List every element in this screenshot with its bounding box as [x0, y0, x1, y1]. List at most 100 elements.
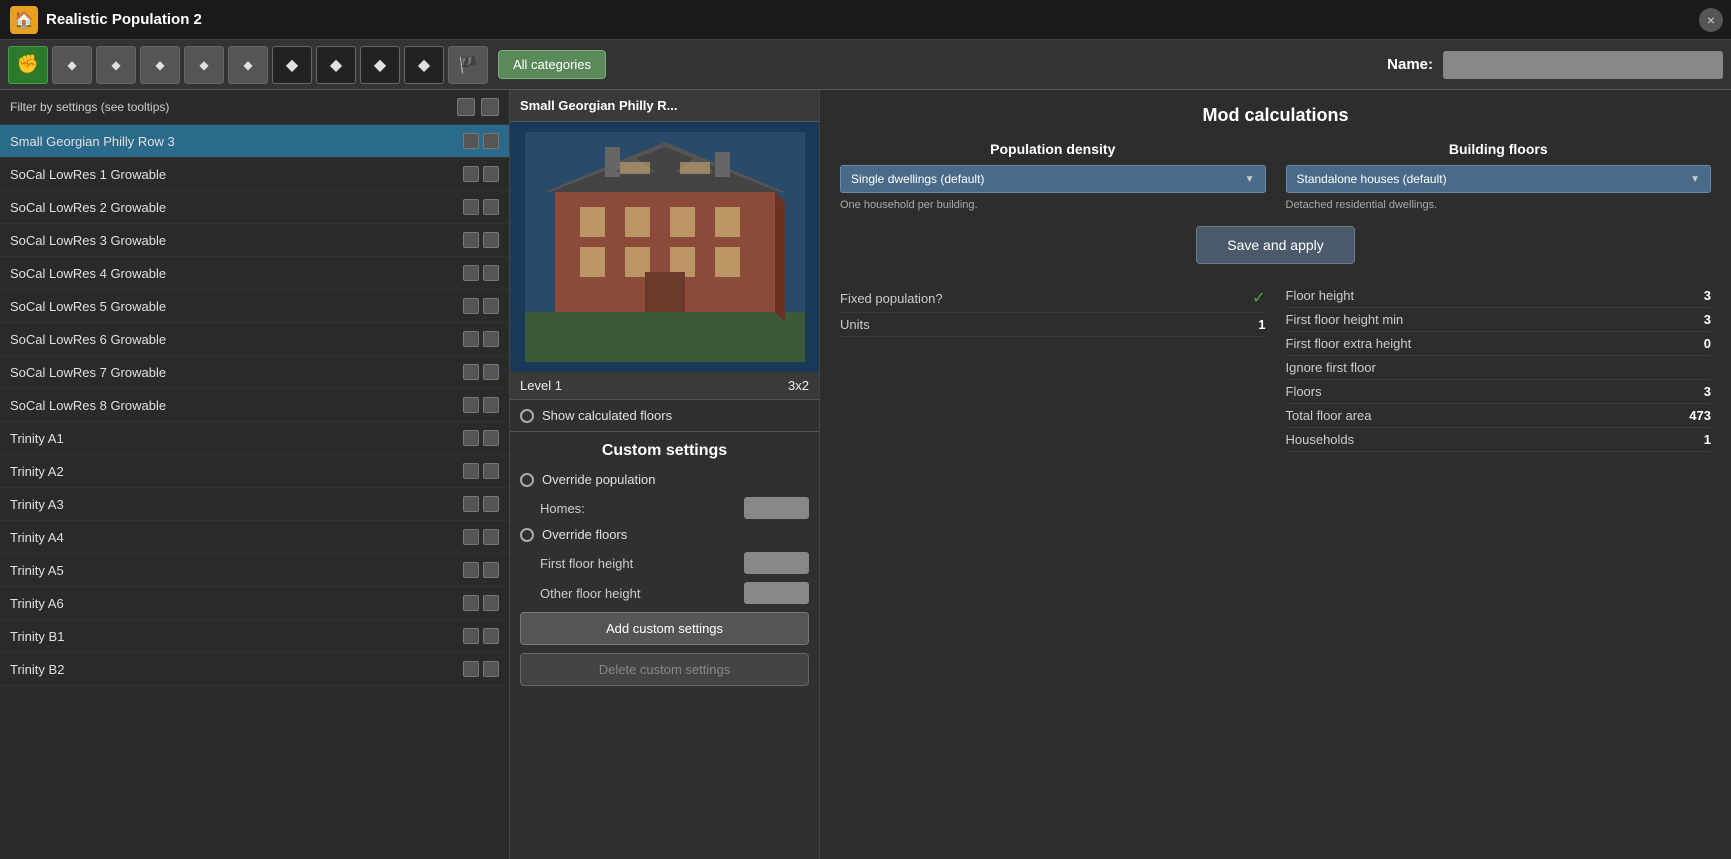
list-item-checkbox-2[interactable]	[483, 529, 499, 545]
list-item-checkbox-1[interactable]	[463, 364, 479, 380]
list-item-checkbox-1[interactable]	[463, 199, 479, 215]
list-item-checkbox-2[interactable]	[483, 199, 499, 215]
list-item-checkbox-1[interactable]	[463, 265, 479, 281]
toolbar-btn-6[interactable]: ◆	[228, 46, 268, 84]
list-item[interactable]: Trinity A3	[0, 488, 509, 521]
list-item[interactable]: Trinity A2	[0, 455, 509, 488]
toolbar-btn-3[interactable]: ◆	[96, 46, 136, 84]
list-item[interactable]: SoCal LowRes 6 Growable	[0, 323, 509, 356]
app-icon: 🏠	[10, 6, 38, 34]
filter-checkbox-1[interactable]	[457, 98, 475, 116]
close-button[interactable]: ×	[1699, 8, 1723, 32]
population-density-section: Population density Single dwellings (def…	[840, 141, 1266, 211]
stat-row-first-floor-height-min: First floor height min 3	[1286, 308, 1712, 332]
save-apply-button[interactable]: Save and apply	[1196, 226, 1355, 264]
list-item-checkbox-1[interactable]	[463, 331, 479, 347]
homes-input[interactable]	[744, 497, 809, 519]
show-floors-radio[interactable]	[520, 409, 534, 423]
list-item-name: Trinity B2	[10, 662, 463, 677]
list-item[interactable]: Small Georgian Philly Row 3	[0, 125, 509, 158]
stats-grid: Fixed population? ✓ Units 1 Floor height…	[840, 284, 1711, 452]
list-item[interactable]: Trinity A4	[0, 521, 509, 554]
floor-height-value: 3	[1704, 288, 1711, 303]
list-item-checkbox-2[interactable]	[483, 496, 499, 512]
list-item-name: Small Georgian Philly Row 3	[10, 134, 463, 149]
list-item-checkbox-2[interactable]	[483, 397, 499, 413]
list-item-checkbox-2[interactable]	[483, 331, 499, 347]
list-item-checkbox-1[interactable]	[463, 232, 479, 248]
categories-button[interactable]: All categories	[498, 50, 606, 79]
add-custom-settings-button[interactable]: Add custom settings	[520, 612, 809, 645]
toolbar-btn-2[interactable]: ◆	[52, 46, 92, 84]
first-floor-height-input[interactable]	[744, 552, 809, 574]
homes-label: Homes:	[540, 501, 585, 516]
list-item-checkbox-1[interactable]	[463, 529, 479, 545]
list-item-checkbox-1[interactable]	[463, 166, 479, 182]
title-bar: 🏠 Realistic Population 2 ×	[0, 0, 1731, 40]
stat-row-fixed-population: Fixed population? ✓	[840, 284, 1266, 313]
list-item[interactable]: Trinity A5	[0, 554, 509, 587]
units-label: Units	[840, 317, 870, 332]
list-item-checkbox-2[interactable]	[483, 595, 499, 611]
list-item-checkbox-2[interactable]	[483, 463, 499, 479]
building-3d-svg	[525, 132, 805, 362]
toolbar-btn-7[interactable]: ◆	[272, 46, 312, 84]
list-item[interactable]: SoCal LowRes 7 Growable	[0, 356, 509, 389]
list-item[interactable]: SoCal LowRes 2 Growable	[0, 191, 509, 224]
list-item-checkbox-2[interactable]	[483, 628, 499, 644]
override-population-radio[interactable]	[520, 473, 534, 487]
toolbar-btn-fist[interactable]: ✊	[8, 46, 48, 84]
list-item[interactable]: SoCal LowRes 4 Growable	[0, 257, 509, 290]
list-item-checkbox-1[interactable]	[463, 628, 479, 644]
list-item-checkbox-1[interactable]	[463, 595, 479, 611]
delete-custom-settings-button[interactable]: Delete custom settings	[520, 653, 809, 686]
list-item[interactable]: Trinity B2	[0, 653, 509, 686]
list-item[interactable]: SoCal LowRes 3 Growable	[0, 224, 509, 257]
population-density-value: Single dwellings (default)	[851, 172, 984, 186]
list-item-checkbox-2[interactable]	[483, 430, 499, 446]
show-floors-row[interactable]: Show calculated floors	[510, 400, 819, 432]
list-item[interactable]: SoCal LowRes 8 Growable	[0, 389, 509, 422]
toolbar-btn-9[interactable]: ◆	[360, 46, 400, 84]
toolbar-btn-5[interactable]: ◆	[184, 46, 224, 84]
other-floor-height-input[interactable]	[744, 582, 809, 604]
list-item-checkbox-1[interactable]	[463, 397, 479, 413]
list-item-checkbox-2[interactable]	[483, 562, 499, 578]
list-item-checkbox-2[interactable]	[483, 364, 499, 380]
list-item[interactable]: SoCal LowRes 5 Growable	[0, 290, 509, 323]
name-input[interactable]	[1443, 51, 1723, 79]
toolbar-btn-10[interactable]: ◆	[404, 46, 444, 84]
list-item-checkbox-1[interactable]	[463, 298, 479, 314]
list-item-checkbox-2[interactable]	[483, 265, 499, 281]
list-item-checkbox-1[interactable]	[463, 562, 479, 578]
stat-row-floor-height: Floor height 3	[1286, 284, 1712, 308]
stat-row-total-floor-area: Total floor area 473	[1286, 404, 1712, 428]
list-item-checkbox-2[interactable]	[483, 661, 499, 677]
floors-value: 3	[1704, 384, 1711, 399]
list-item-name: Trinity A4	[10, 530, 463, 545]
list-item[interactable]: SoCal LowRes 1 Growable	[0, 158, 509, 191]
list-item-checkbox-2[interactable]	[483, 298, 499, 314]
list-item-name: SoCal LowRes 1 Growable	[10, 167, 463, 182]
list-item-checkbox-1[interactable]	[463, 661, 479, 677]
list-item-checkbox-2[interactable]	[483, 133, 499, 149]
population-density-dropdown[interactable]: Single dwellings (default) ▼	[840, 165, 1266, 193]
toolbar-btn-flag[interactable]: 🏴	[448, 46, 488, 84]
list-item-checkbox-1[interactable]	[463, 430, 479, 446]
list-item[interactable]: Trinity A1	[0, 422, 509, 455]
toolbar-btn-8[interactable]: ◆	[316, 46, 356, 84]
list-item-checkbox-2[interactable]	[483, 166, 499, 182]
list-item[interactable]: Trinity B1	[0, 620, 509, 653]
list-item-checkbox-1[interactable]	[463, 133, 479, 149]
list-item[interactable]: Trinity A6	[0, 587, 509, 620]
filter-row: Filter by settings (see tooltips)	[0, 90, 509, 125]
building-floors-dropdown[interactable]: Standalone houses (default) ▼	[1286, 165, 1712, 193]
list-item-checkbox-2[interactable]	[483, 232, 499, 248]
building-title: Small Georgian Philly R...	[510, 90, 819, 122]
override-floors-radio[interactable]	[520, 528, 534, 542]
list-item-name: Trinity A3	[10, 497, 463, 512]
toolbar-btn-4[interactable]: ◆	[140, 46, 180, 84]
list-item-checkbox-1[interactable]	[463, 496, 479, 512]
list-item-checkbox-1[interactable]	[463, 463, 479, 479]
filter-checkbox-2[interactable]	[481, 98, 499, 116]
